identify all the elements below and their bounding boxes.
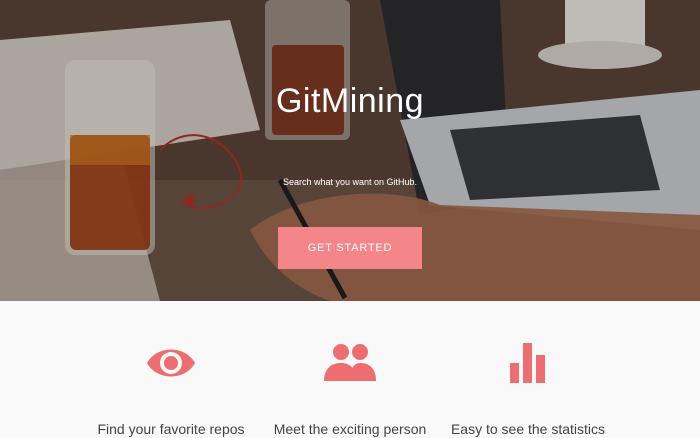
hero-content: GitMining Search what you want on GitHub… <box>0 0 700 301</box>
hero-title: GitMining <box>275 82 425 120</box>
bar-chart-icon <box>438 341 618 391</box>
hero-banner: GitMining Search what you want on GitHub… <box>0 0 700 301</box>
people-icon <box>260 341 440 391</box>
hero-tagline: Search what you want on GitHub. <box>282 177 418 187</box>
features-section: Find your favorite repos Meet the exciti… <box>0 301 700 438</box>
get-started-button[interactable]: GET STARTED <box>278 227 422 269</box>
eye-icon <box>81 341 261 391</box>
feature-label: Easy to see the statistics <box>450 421 606 437</box>
